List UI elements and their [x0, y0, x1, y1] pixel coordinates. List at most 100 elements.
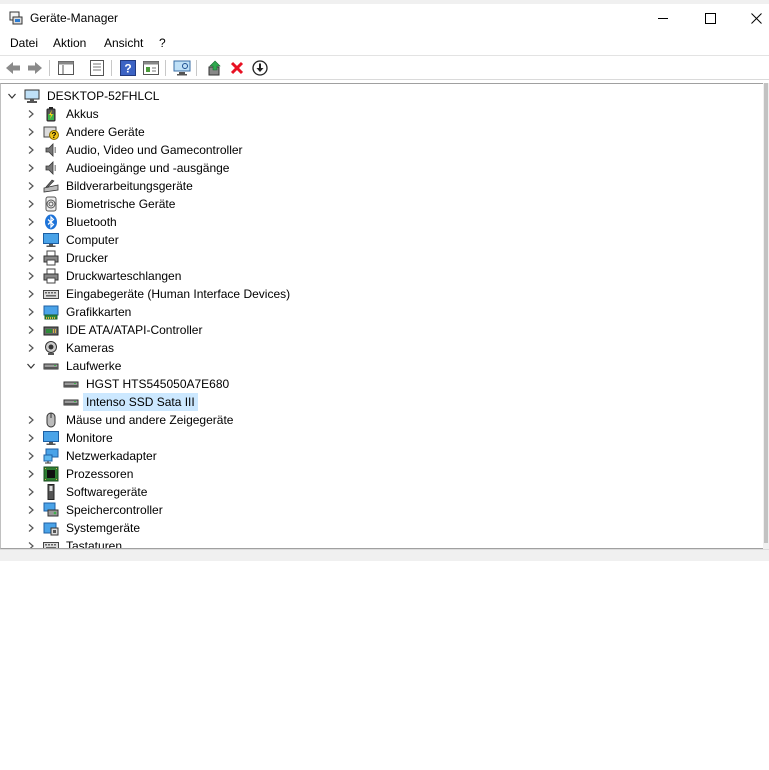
speaker-icon [43, 142, 59, 158]
properties-button[interactable] [87, 58, 107, 78]
help-button[interactable]: ? [118, 58, 138, 78]
tree-category-kameras[interactable]: Kameras [25, 339, 117, 357]
tree-category-bluetooth[interactable]: Bluetooth [25, 213, 120, 231]
expand-chevron-icon[interactable] [25, 267, 37, 285]
expand-chevron-icon[interactable] [25, 339, 37, 357]
tree-category-monitore[interactable]: Monitore [25, 429, 116, 447]
maximize-button[interactable] [687, 4, 733, 32]
close-button[interactable] [733, 4, 769, 32]
menu-datei[interactable]: Datei [10, 36, 38, 50]
tree-root-computer[interactable]: DESKTOP-52FHLCL [6, 87, 162, 105]
tree-category-tastaturen[interactable]: Tastaturen [25, 537, 125, 549]
mouse-icon [43, 412, 59, 428]
tree-category-prozessoren[interactable]: Prozessoren [25, 465, 136, 483]
scrollbar-thumb[interactable] [764, 83, 768, 543]
scan-hardware-button[interactable] [172, 58, 192, 78]
expand-chevron-icon[interactable] [25, 177, 37, 195]
vertical-scrollbar[interactable] [763, 83, 769, 549]
tree-item-label: Intenso SSD Sata III [83, 393, 198, 411]
tree-item-label: Netzwerkadapter [66, 449, 157, 463]
storage-controller-icon [43, 502, 59, 518]
tree-category-speichercontroller[interactable]: Speichercontroller [25, 501, 166, 519]
system-device-icon [43, 520, 59, 536]
tree-item-label: Bluetooth [66, 215, 117, 229]
expand-chevron-icon[interactable] [25, 213, 37, 231]
tree-category-eingabegeraete-human-interface-devices[interactable]: Eingabegeräte (Human Interface Devices) [25, 285, 293, 303]
forward-button[interactable] [25, 58, 45, 78]
tree-item-label: Grafikkarten [66, 305, 132, 319]
expand-chevron-icon[interactable] [25, 303, 37, 321]
expand-chevron-icon[interactable] [25, 465, 37, 483]
expand-chevron-icon[interactable] [25, 447, 37, 465]
tree-device-intenso-ssd-sata-iii[interactable]: Intenso SSD Sata III [63, 393, 198, 411]
expand-chevron-icon[interactable] [25, 159, 37, 177]
back-button[interactable] [3, 58, 23, 78]
title-bar: Geräte-Manager [0, 4, 769, 32]
tree-item-label: IDE ATA/ATAPI-Controller [66, 323, 203, 337]
action-view-button[interactable] [141, 58, 161, 78]
tree-item-label: Kameras [66, 341, 115, 355]
tree-category-audioeingaenge-und-ausgaenge[interactable]: Audioeingänge und -ausgänge [25, 159, 232, 177]
update-driver-button[interactable] [205, 58, 225, 78]
expand-chevron-icon[interactable] [25, 519, 37, 537]
window-title: Geräte-Manager [30, 11, 119, 25]
tree-category-drucker[interactable]: Drucker [25, 249, 111, 267]
tree-category-bildverarbeitungsgeraete[interactable]: Bildverarbeitungsgeräte [25, 177, 196, 195]
controller-icon [43, 322, 59, 338]
tree-item-label: Audioeingänge und -ausgänge [66, 161, 230, 175]
expand-chevron-icon[interactable] [25, 249, 37, 267]
expand-chevron-icon[interactable] [25, 141, 37, 159]
tree-item-label: Akkus [66, 107, 99, 121]
tree-category-systemgeraete[interactable]: Systemgeräte [25, 519, 143, 537]
tree-item-label: Speichercontroller [66, 503, 163, 517]
tree-category-audio-video-und-gamecontroller[interactable]: Audio, Video und Gamecontroller [25, 141, 246, 159]
tree-category-grafikkarten[interactable]: Grafikkarten [25, 303, 134, 321]
unknown-device-icon: ? [43, 124, 59, 140]
tree-category-netzwerkadapter[interactable]: Netzwerkadapter [25, 447, 160, 465]
svg-text:?: ? [124, 62, 131, 76]
collapse-chevron-icon[interactable] [6, 87, 18, 105]
expand-chevron-icon[interactable] [25, 501, 37, 519]
expand-chevron-icon[interactable] [25, 321, 37, 339]
tree-item-label: Tastaturen [66, 539, 123, 549]
tree-category-softwaregeraete[interactable]: Softwaregeräte [25, 483, 150, 501]
printer-icon [43, 268, 59, 284]
tree-item-label: Computer [66, 233, 119, 247]
properties-icon [90, 60, 104, 76]
expand-chevron-icon[interactable] [25, 231, 37, 249]
disable-device-button[interactable] [250, 58, 270, 78]
expand-chevron-icon[interactable] [25, 483, 37, 501]
device-tree: DESKTOP-52FHLCL Akkus ? Andere Geräte Audio,… [0, 83, 769, 549]
menu-aktion[interactable]: Aktion [53, 36, 86, 50]
tree-category-akkus[interactable]: Akkus [25, 105, 102, 123]
monitor-icon [43, 430, 59, 446]
tree-category-biometrische-geraete[interactable]: Biometrische Geräte [25, 195, 178, 213]
maximize-icon [704, 12, 716, 24]
expand-chevron-icon[interactable] [25, 537, 37, 548]
tree-category-computer[interactable]: Computer [25, 231, 122, 249]
battery-icon [43, 106, 59, 122]
tree-category-andere-geraete[interactable]: ? Andere Geräte [25, 123, 148, 141]
tree-category-laufwerke[interactable]: Laufwerke [25, 357, 124, 375]
expand-chevron-icon[interactable] [25, 285, 37, 303]
tree-item-label: Laufwerke [66, 359, 122, 373]
menu-ansicht[interactable]: Ansicht [104, 36, 143, 50]
tree-category-maeuse-und-andere-zeigegeraete[interactable]: Mäuse und andere Zeigegeräte [25, 411, 236, 429]
menu-bar: Datei Aktion Ansicht ? [0, 32, 769, 55]
menu-help[interactable]: ? [159, 36, 166, 50]
uninstall-device-button[interactable] [227, 58, 247, 78]
expand-chevron-icon[interactable] [25, 105, 37, 123]
tree-category-druckwarteschlangen[interactable]: Druckwarteschlangen [25, 267, 184, 285]
tree-item-label: Eingabegeräte (Human Interface Devices) [66, 287, 291, 301]
expand-chevron-icon[interactable] [25, 411, 37, 429]
expand-chevron-icon[interactable] [25, 123, 37, 141]
minimize-button[interactable] [640, 4, 686, 32]
expand-chevron-icon[interactable] [25, 429, 37, 447]
tree-category-ide-ata-atapi-controller[interactable]: IDE ATA/ATAPI-Controller [25, 321, 205, 339]
tree-device-hgst-hts545050a7e680[interactable]: HGST HTS545050A7E680 [63, 375, 232, 393]
monitor-icon [43, 232, 59, 248]
show-hide-tree-button[interactable] [56, 58, 76, 78]
collapse-chevron-icon[interactable] [25, 357, 37, 375]
keyboard-icon [43, 538, 59, 548]
expand-chevron-icon[interactable] [25, 195, 37, 213]
